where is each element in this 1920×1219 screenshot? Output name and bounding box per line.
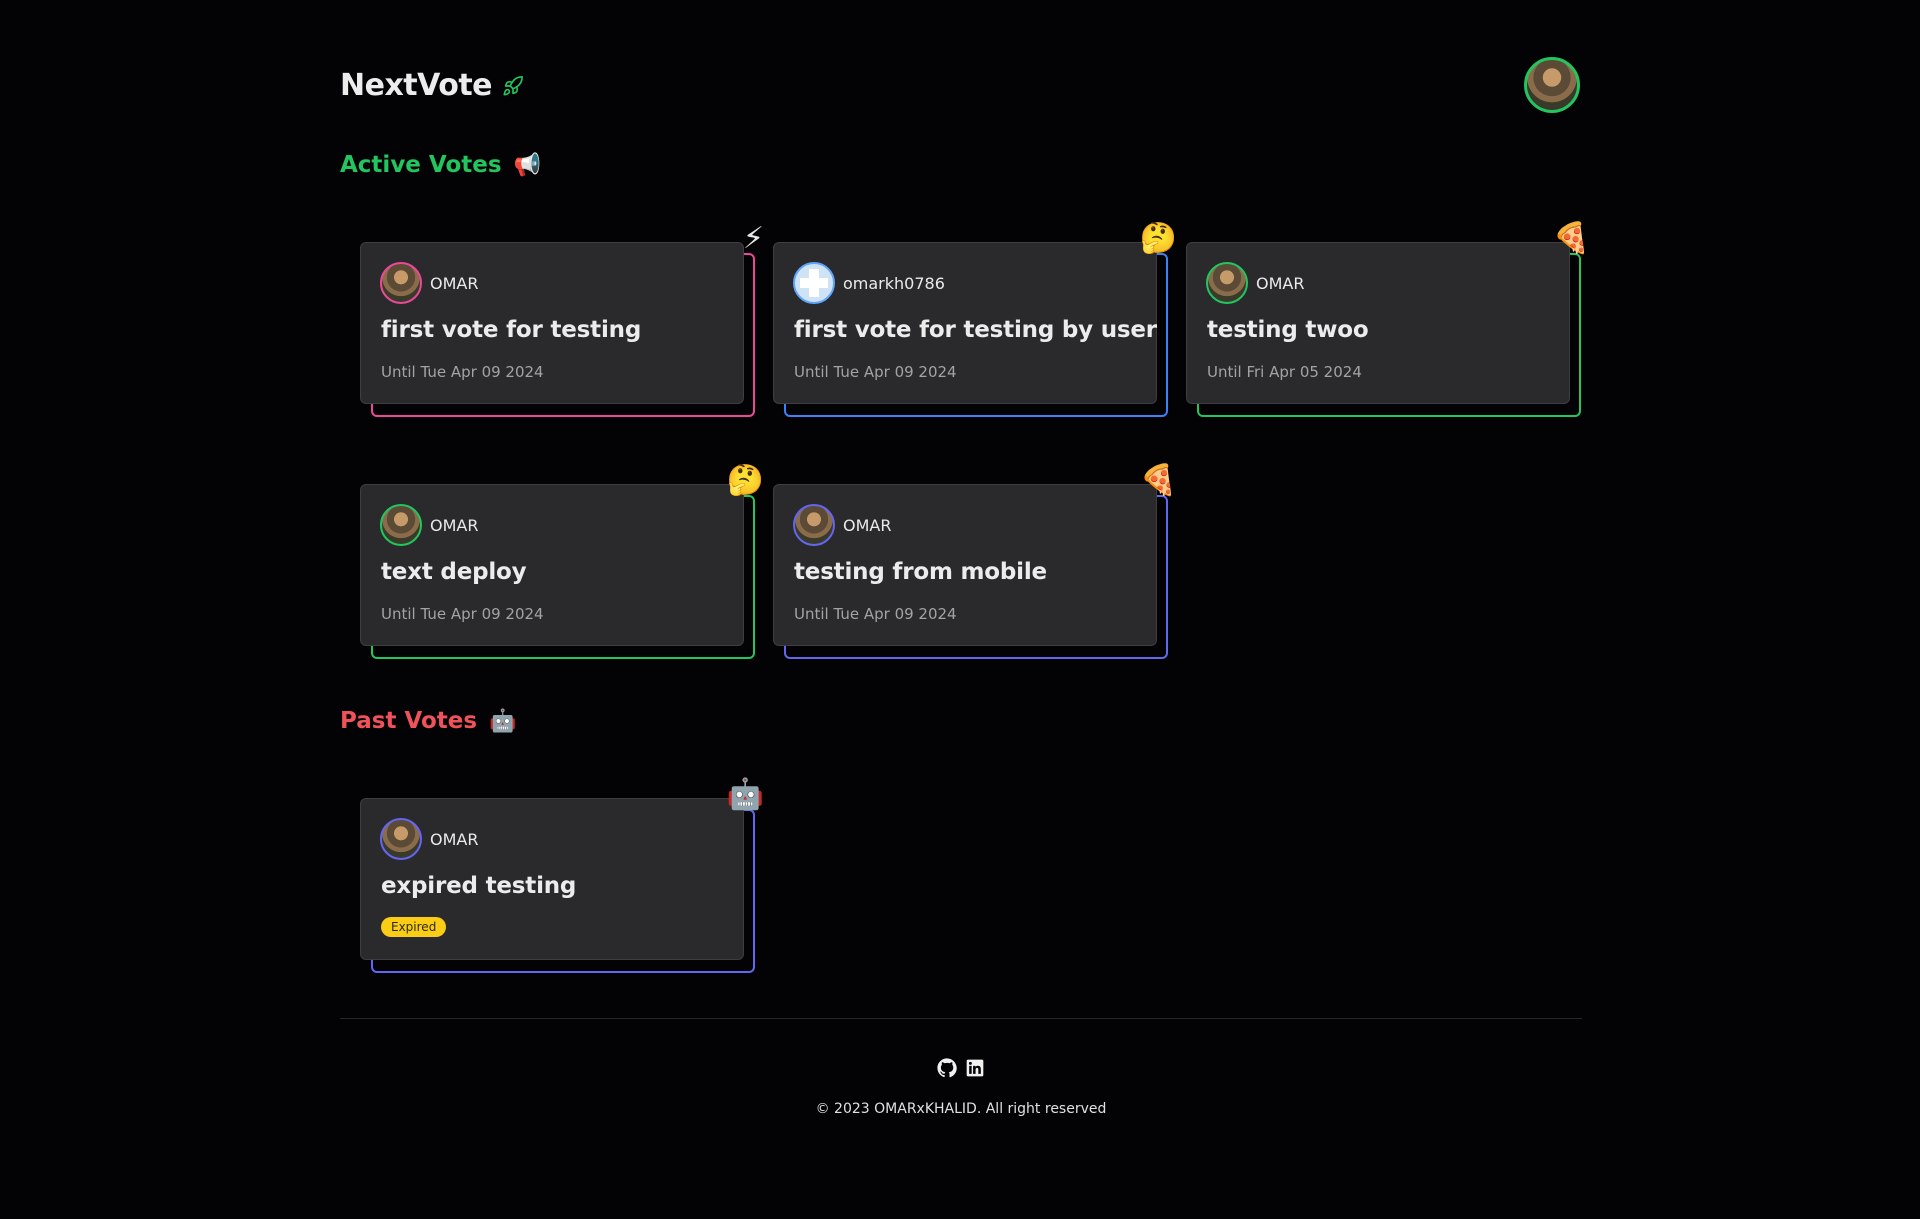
author-name: OMAR	[1256, 273, 1305, 293]
author-name: omarkh0786	[843, 273, 945, 293]
card-emoji-icon: 🤔	[726, 463, 764, 498]
avatar	[380, 818, 422, 860]
card-author: omarkh0786	[793, 262, 945, 304]
vote-card[interactable]: OMAR first vote for testing Until Tue Apr …	[360, 224, 764, 418]
card-author: OMAR	[380, 262, 478, 304]
vote-title: text deploy	[381, 559, 527, 585]
card-body[interactable]: omarkh0786 first vote for testing by user…	[773, 242, 1157, 404]
vote-card[interactable]: OMAR testing from mobile Until Tue Apr 09 …	[773, 466, 1177, 660]
active-votes-heading: Active Votes 📢	[340, 152, 541, 178]
avatar	[793, 504, 835, 546]
vote-card[interactable]: OMAR testing twoo Until Fri Apr 05 2024 🍕	[1186, 224, 1590, 418]
card-author: OMAR	[380, 818, 478, 860]
card-author: OMAR	[1206, 262, 1304, 304]
card-body[interactable]: OMAR testing twoo Until Fri Apr 05 2024	[1186, 242, 1570, 404]
social-links	[340, 1058, 1582, 1078]
avatar	[793, 262, 835, 304]
profile-avatar[interactable]	[1524, 57, 1580, 113]
copyright: © 2023 OMARxKHALID. All right reserved	[815, 1101, 1107, 1117]
author-name: OMAR	[430, 515, 479, 535]
card-author: OMAR	[793, 504, 891, 546]
vote-end-date: Until Tue Apr 09 2024	[381, 605, 544, 623]
brand[interactable]: NextVote	[340, 68, 524, 103]
author-name: OMAR	[430, 273, 479, 293]
card-author: OMAR	[380, 504, 478, 546]
past-votes-title: Past Votes	[340, 708, 478, 734]
avatar	[380, 504, 422, 546]
avatar	[380, 262, 422, 304]
avatar	[1206, 262, 1248, 304]
card-emoji-icon: 🍕	[1552, 221, 1590, 256]
footer-divider	[340, 1018, 1582, 1019]
vote-title: expired testing	[381, 873, 577, 899]
linkedin-icon[interactable]	[965, 1058, 985, 1078]
vote-end-date: Until Tue Apr 09 2024	[381, 363, 544, 381]
card-body[interactable]: OMAR text deploy Until Tue Apr 09 2024	[360, 484, 744, 646]
header: NextVote	[340, 0, 1582, 170]
vote-title: first vote for testing by user	[794, 317, 1157, 343]
author-name: OMAR	[843, 515, 892, 535]
status-badge: Expired	[381, 917, 447, 937]
megaphone-icon: 📢	[513, 152, 541, 178]
vote-card[interactable]: OMAR text deploy Until Tue Apr 09 2024 🤔	[360, 466, 764, 660]
vote-card[interactable]: omarkh0786 first vote for testing by user…	[773, 224, 1177, 418]
past-vote-card[interactable]: OMAR expired testing Expired 🤖	[360, 780, 764, 974]
vote-end-date: Until Tue Apr 09 2024	[794, 605, 957, 623]
vote-title: testing from mobile	[794, 559, 1047, 585]
past-votes-heading: Past Votes 🤖	[340, 708, 517, 734]
card-emoji-icon: 🤖	[726, 777, 764, 812]
page-container: NextVote Active Votes 📢 OMAR first vote f…	[340, 0, 1590, 1117]
github-icon[interactable]	[937, 1058, 957, 1078]
vote-end-date: Until Tue Apr 09 2024	[794, 363, 957, 381]
active-votes-title: Active Votes	[340, 152, 502, 178]
vote-title: first vote for testing	[381, 317, 642, 343]
vote-title: testing twoo	[1207, 317, 1369, 343]
robot-icon: 🤖	[489, 708, 517, 734]
card-emoji-icon: ⚡	[742, 221, 764, 256]
card-emoji-icon: 🤔	[1139, 221, 1177, 256]
card-body[interactable]: OMAR testing from mobile Until Tue Apr 09 …	[773, 484, 1157, 646]
card-body[interactable]: OMAR expired testing Expired	[360, 798, 744, 960]
author-name: OMAR	[430, 829, 479, 849]
vote-end-date: Until Fri Apr 05 2024	[1207, 363, 1362, 381]
card-body[interactable]: OMAR first vote for testing Until Tue Apr …	[360, 242, 744, 404]
brand-title: NextVote	[340, 68, 493, 103]
rocket-icon	[503, 75, 524, 96]
card-emoji-icon: 🍕	[1139, 463, 1177, 498]
